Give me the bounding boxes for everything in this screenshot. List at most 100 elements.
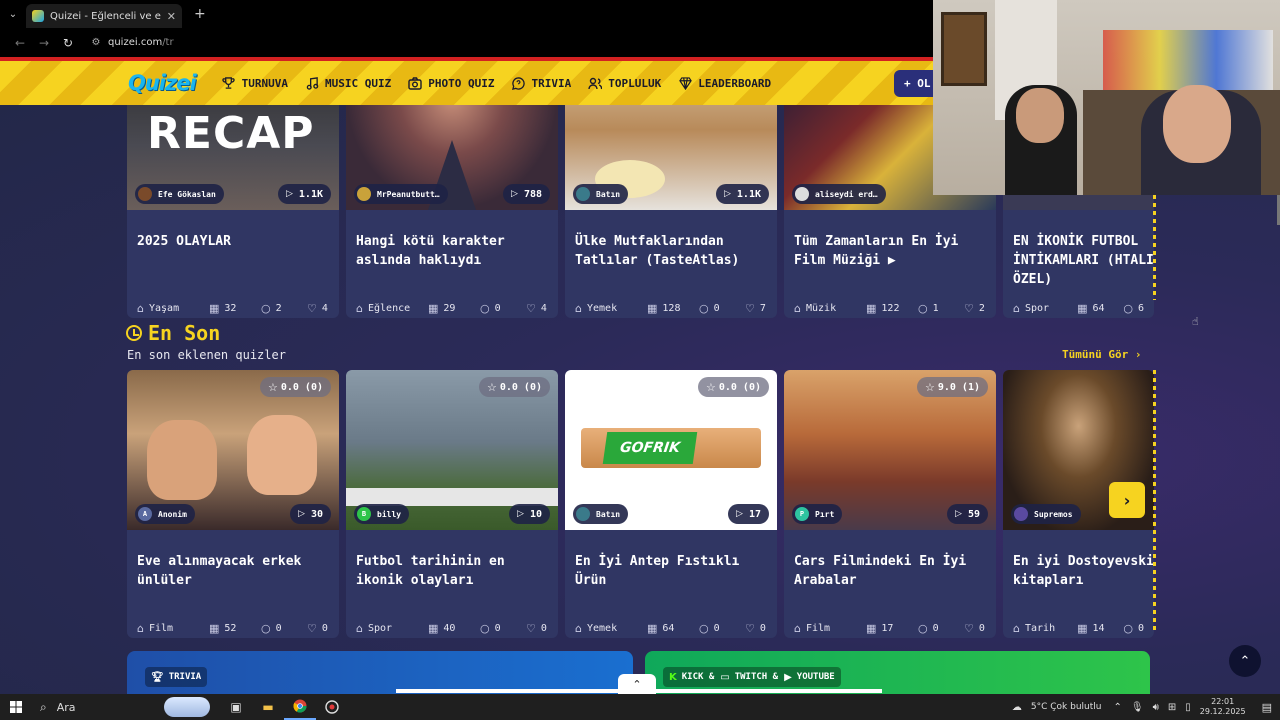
menu-item-trivia[interactable]: TRIVIA (512, 76, 571, 90)
author-badge[interactable]: Batın (573, 504, 629, 524)
twitch-icon: ▭ (720, 671, 730, 683)
browser-tab[interactable]: Quizei - Eğlenceli ve etkileşimli ✕ (26, 4, 182, 28)
quiz-card[interactable]: ☆ 9.0 (1) P Pırt ▷ 59 Cars Filmindeki En İy… (784, 370, 996, 638)
trivia-banner[interactable]: 🏆︎ TRIVIA (127, 651, 633, 694)
quiz-title[interactable]: Ülke Mutfaklarından Tatlılar (TasteAtlas… (565, 232, 777, 298)
banner-tag: 🏆︎ TRIVIA (145, 667, 208, 687)
quiz-card[interactable]: Batın ▷ 1.1K Ülke Mutfaklarından Tatlılar… (565, 105, 777, 318)
author-badge[interactable]: P Pırt (792, 504, 843, 524)
scroll-to-top-button[interactable]: ⌃ (1229, 645, 1261, 677)
file-explorer-icon[interactable]: ▬ (252, 694, 284, 720)
quiz-title[interactable]: 2025 OLAYLAR (127, 232, 339, 298)
category: Müzik (805, 302, 837, 314)
quiz-thumbnail: RECAP Efe Gökaslan ▷ 1.1K (127, 105, 339, 210)
new-tab-icon[interactable]: + (194, 6, 206, 22)
menu-item-leaderboard[interactable]: LEADERBOARD (678, 76, 771, 90)
comment-count: 0 (713, 622, 720, 634)
system-tray: ☁ 5°C Çok bulutlu ⌃ 🎙︎ 🔊︎ ⊞ ▯ 22:01 29.1… (1012, 694, 1280, 720)
author-badge[interactable]: Batın (573, 184, 629, 204)
questions-icon: ▦ (647, 301, 658, 315)
notifications-icon[interactable]: ▤ (1262, 701, 1272, 714)
recording-app-icon[interactable] (316, 694, 348, 720)
author-badge[interactable]: MrPeanutbutt… (354, 184, 448, 204)
camera-icon (408, 76, 422, 90)
quiz-title[interactable]: Hangi kötü karakter aslında haklıydı (346, 232, 558, 298)
quiz-card[interactable]: ☆ 0.0 (0) A Anonim ▷ 30 Eve alınmayacak erk… (127, 370, 339, 638)
weather-text[interactable]: 5°C Çok bulutlu (1031, 702, 1102, 712)
rating-badge: ☆ 0.0 (0) (697, 377, 769, 397)
quiz-title[interactable]: Futbol tarihinin en ikonik olayları (346, 552, 558, 618)
author-badge[interactable]: Efe Gökaslan (135, 184, 224, 204)
microphone-icon[interactable]: 🎙︎ (1131, 702, 1144, 713)
quiz-title[interactable]: En iyi Dostoyevski kitapları (1003, 552, 1154, 618)
author-badge[interactable]: Supremos (1011, 504, 1081, 524)
quiz-title[interactable]: EN İKONİK FUTBOL İNTİKAMLARI (HTALI ÖZEL… (1003, 232, 1154, 298)
quiz-card[interactable]: MrPeanutbutt… ▷ 788 Hangi kötü karakter a… (346, 105, 558, 318)
windows-start-icon[interactable] (0, 694, 32, 720)
rating-value: 0.0 (0) (499, 381, 542, 393)
plays-badge: ▷ 59 (947, 504, 988, 524)
quiz-title[interactable]: Cars Filmindeki En İyi Arabalar (784, 552, 996, 618)
chrome-icon[interactable] (284, 694, 316, 720)
quiz-title-text: En iyi Dostoyevski kitapları (1013, 554, 1154, 588)
network-icon[interactable]: ⊞ (1168, 702, 1176, 713)
menu-item-topluluk[interactable]: TOPLULUK (588, 76, 661, 90)
weather-icon[interactable]: ☁ (1012, 702, 1022, 713)
site-info-icon[interactable]: ⚙ (86, 37, 106, 48)
back-icon[interactable]: ← (8, 36, 32, 50)
star-icon: ☆ (924, 380, 935, 394)
heart-icon: ♡ (526, 301, 536, 315)
comment-icon: ○ (261, 621, 271, 635)
tab-title: Quizei - Eğlenceli ve etkileşimli (50, 10, 161, 22)
author-name: Batın (596, 509, 621, 519)
quiz-meta: ⌂ Film ▦ 17 ○ 0 ♡ 0 (784, 618, 996, 638)
taskbar-search[interactable]: ⌕ Ara (32, 694, 220, 720)
quizei-logo[interactable]: Quizei (128, 71, 197, 95)
trophy-icon (222, 76, 236, 90)
question-count: 128 (662, 302, 681, 314)
battery-icon[interactable]: ▯ (1185, 702, 1191, 713)
tag-icon: ⌂ (794, 621, 801, 635)
close-tab-icon[interactable]: ✕ (167, 10, 176, 23)
heart-icon: ♡ (307, 301, 317, 315)
streaming-banner[interactable]: K KICK & ▭ TWITCH & ▶ YOUTUBE (645, 651, 1150, 694)
question-count: 32 (224, 302, 237, 314)
menu-item-music-quiz[interactable]: MUSIC QUIZ (305, 76, 391, 90)
quiz-card[interactable]: GOFRIK ☆ 0.0 (0) Batın ▷ 17 En İyi Antep F… (565, 370, 777, 638)
carousel-edge-fade (1153, 195, 1156, 300)
menu-item-turnuva[interactable]: TURNUVA (222, 76, 288, 90)
carousel-next-button[interactable]: › (1109, 482, 1145, 518)
comment-count: 0 (275, 622, 282, 634)
heart-icon: ♡ (745, 301, 755, 315)
play-icon: ▷ (285, 189, 293, 199)
url-field[interactable]: quizei.com/tr (108, 37, 174, 48)
taskbar-clock[interactable]: 22:01 29.12.2025 (1200, 697, 1246, 717)
chevron-up-icon[interactable]: ⌃ (1113, 702, 1121, 713)
question-count: 17 (881, 622, 894, 634)
volume-icon[interactable]: 🔊︎ (1153, 702, 1159, 713)
quiz-title[interactable]: Tüm Zamanların En İyi Film Müziği ▶ (784, 232, 996, 298)
quiz-meta: ⌂ Yemek ▦ 64 ○ 0 ♡ 0 (565, 618, 777, 638)
clock-date: 29.12.2025 (1199, 707, 1246, 716)
section-title-text: En Son (148, 321, 221, 345)
rating-value: 0.0 (0) (280, 381, 323, 393)
search-label: Ara (56, 700, 76, 714)
quiz-title[interactable]: Eve alınmayacak erkek ünlüler (127, 552, 339, 618)
see-all-link[interactable]: Tümünü Gör › (1062, 348, 1141, 361)
author-badge[interactable]: A Anonim (135, 504, 195, 524)
face-right (1163, 85, 1231, 163)
forward-icon[interactable]: → (32, 36, 56, 50)
task-view-icon[interactable]: ▣ (220, 694, 252, 720)
tab-list-icon[interactable]: ⌄ (0, 9, 26, 20)
quiz-thumbnail: GOFRIK ☆ 0.0 (0) Batın ▷ 17 (565, 370, 777, 530)
tag-icon: ⌂ (137, 621, 144, 635)
quiz-card[interactable]: ☆ 0.0 (0) Bbilly ▷ 10 Futbol tarihinin en … (346, 370, 558, 638)
reload-icon[interactable]: ↻ (56, 36, 80, 50)
mouse-cursor-icon: ☝ (1192, 315, 1199, 328)
quiz-title[interactable]: En İyi Antep Fıstıklı Ürün (565, 552, 777, 618)
author-badge[interactable]: aliseydi erd… (792, 184, 886, 204)
quiz-card[interactable]: RECAP Efe Gökaslan ▷ 1.1K 2025 OLAYLAR ⌂ Y… (127, 105, 339, 318)
author-badge[interactable]: Bbilly (354, 504, 410, 524)
menu-item-photo-quiz[interactable]: PHOTO QUIZ (408, 76, 495, 90)
heart-icon: ♡ (964, 621, 974, 635)
